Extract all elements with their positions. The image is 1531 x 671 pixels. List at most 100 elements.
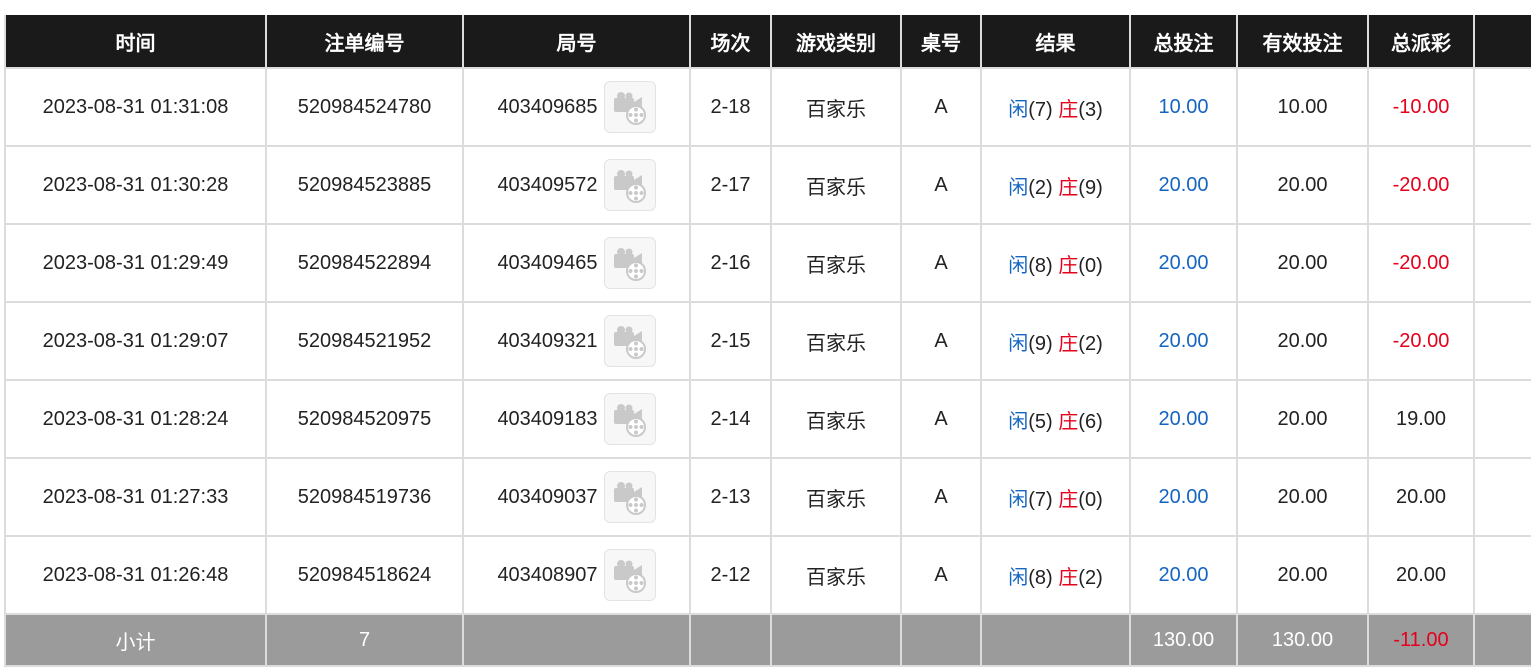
cell-total-bet: 20.00	[1129, 145, 1238, 225]
cell-payout: -20.00	[1367, 301, 1475, 381]
video-replay-button[interactable]	[603, 237, 656, 289]
result-banker-value: (9)	[1078, 176, 1103, 199]
cell-valid-bet: 20.00	[1236, 457, 1369, 537]
cell-game: 百家乐	[770, 67, 902, 147]
video-replay-icon	[613, 92, 646, 125]
video-replay-button[interactable]	[603, 471, 656, 523]
video-replay-icon	[613, 248, 646, 281]
table-row: 2023-08-31 01:28:24 520984520975 4034091…	[4, 379, 1531, 459]
cell-bet-id: 520984523885	[265, 145, 464, 225]
round-number: 403409183	[497, 407, 598, 430]
video-replay-button[interactable]	[603, 81, 656, 133]
cell-bet-id: 520984521952	[265, 301, 464, 381]
cell-extra	[1473, 535, 1531, 615]
cell-round: 403409465	[462, 223, 691, 303]
cell-bet-id: 520984518624	[265, 535, 464, 615]
result-banker-value: (3)	[1078, 98, 1103, 121]
subtotal-label: 小计	[4, 613, 267, 667]
cell-extra	[1473, 223, 1531, 303]
cell-result: 闲(8) 庄(0)	[980, 223, 1131, 303]
cell-valid-bet: 20.00	[1236, 223, 1369, 303]
cell-time: 2023-08-31 01:29:49	[4, 223, 267, 303]
cell-result: 闲(9) 庄(2)	[980, 301, 1131, 381]
video-replay-icon	[613, 560, 646, 593]
cell-round: 403409321	[462, 301, 691, 381]
result-banker-value: (0)	[1078, 254, 1103, 277]
table-row: 2023-08-31 01:29:07 520984521952 4034093…	[4, 301, 1531, 381]
round-number: 403409685	[497, 95, 598, 118]
video-replay-button[interactable]	[603, 315, 656, 367]
cell-table: A	[900, 535, 982, 615]
bet-records-table: 时间 注单编号 局号 场次 游戏类别 桌号 结果 总投注 有效投注 总派彩 20…	[4, 15, 1531, 667]
column-header-time: 时间	[4, 15, 267, 69]
round-number: 403409572	[497, 173, 598, 196]
cell-valid-bet: 20.00	[1236, 379, 1369, 459]
result-banker-value: (2)	[1078, 566, 1103, 589]
subtotal-empty-extra	[1473, 613, 1531, 667]
cell-session: 2-15	[689, 301, 772, 381]
subtotal-total-bet: 130.00	[1129, 613, 1238, 667]
result-player-value: (7)	[1028, 98, 1053, 121]
column-header-total-bet: 总投注	[1129, 15, 1238, 69]
cell-extra	[1473, 145, 1531, 225]
cell-bet-id: 520984524780	[265, 67, 464, 147]
subtotal-empty-round	[462, 613, 691, 667]
cell-total-bet: 10.00	[1129, 67, 1238, 147]
column-header-session: 场次	[689, 15, 772, 69]
cell-payout: -20.00	[1367, 145, 1475, 225]
subtotal-empty-session	[689, 613, 772, 667]
cell-session: 2-16	[689, 223, 772, 303]
result-player-label: 闲	[1008, 332, 1029, 355]
cell-result: 闲(5) 庄(6)	[980, 379, 1131, 459]
result-player-label: 闲	[1008, 176, 1029, 199]
cell-total-bet: 20.00	[1129, 223, 1238, 303]
round-number: 403409321	[497, 329, 598, 352]
cell-valid-bet: 20.00	[1236, 301, 1369, 381]
cell-payout: -20.00	[1367, 223, 1475, 303]
video-replay-button[interactable]	[603, 159, 656, 211]
cell-table: A	[900, 223, 982, 303]
cell-total-bet: 20.00	[1129, 457, 1238, 537]
video-replay-button[interactable]	[603, 549, 656, 601]
cell-bet-id: 520984522894	[265, 223, 464, 303]
result-banker-label: 庄	[1058, 488, 1079, 511]
result-banker-label: 庄	[1058, 566, 1079, 589]
cell-result: 闲(7) 庄(3)	[980, 67, 1131, 147]
table-row: 2023-08-31 01:27:33 520984519736 4034090…	[4, 457, 1531, 537]
cell-time: 2023-08-31 01:29:07	[4, 301, 267, 381]
table-row: 2023-08-31 01:29:49 520984522894 4034094…	[4, 223, 1531, 303]
cell-round: 403409183	[462, 379, 691, 459]
cell-session: 2-18	[689, 67, 772, 147]
result-player-label: 闲	[1008, 488, 1029, 511]
video-replay-icon	[613, 326, 646, 359]
result-player-label: 闲	[1008, 254, 1029, 277]
subtotal-empty-game	[770, 613, 902, 667]
subtotal-empty-result	[980, 613, 1131, 667]
result-player-value: (8)	[1028, 566, 1053, 589]
result-banker-label: 庄	[1058, 98, 1079, 121]
result-banker-label: 庄	[1058, 254, 1079, 277]
cell-valid-bet: 20.00	[1236, 145, 1369, 225]
cell-round: 403408907	[462, 535, 691, 615]
result-banker-label: 庄	[1058, 176, 1079, 199]
cell-table: A	[900, 457, 982, 537]
cell-table: A	[900, 379, 982, 459]
cell-valid-bet: 20.00	[1236, 535, 1369, 615]
cell-game: 百家乐	[770, 223, 902, 303]
subtotal-count: 7	[265, 613, 464, 667]
cell-game: 百家乐	[770, 379, 902, 459]
subtotal-payout: -11.00	[1367, 613, 1475, 667]
cell-time: 2023-08-31 01:27:33	[4, 457, 267, 537]
cell-game: 百家乐	[770, 535, 902, 615]
result-player-value: (2)	[1028, 176, 1053, 199]
cell-payout: 20.00	[1367, 457, 1475, 537]
result-player-label: 闲	[1008, 566, 1029, 589]
video-replay-button[interactable]	[603, 393, 656, 445]
cell-payout: 19.00	[1367, 379, 1475, 459]
column-header-round: 局号	[462, 15, 691, 69]
column-header-table: 桌号	[900, 15, 982, 69]
cell-bet-id: 520984519736	[265, 457, 464, 537]
column-header-payout: 总派彩	[1367, 15, 1475, 69]
column-header-result: 结果	[980, 15, 1131, 69]
table-row: 2023-08-31 01:31:08 520984524780 4034096…	[4, 67, 1531, 147]
